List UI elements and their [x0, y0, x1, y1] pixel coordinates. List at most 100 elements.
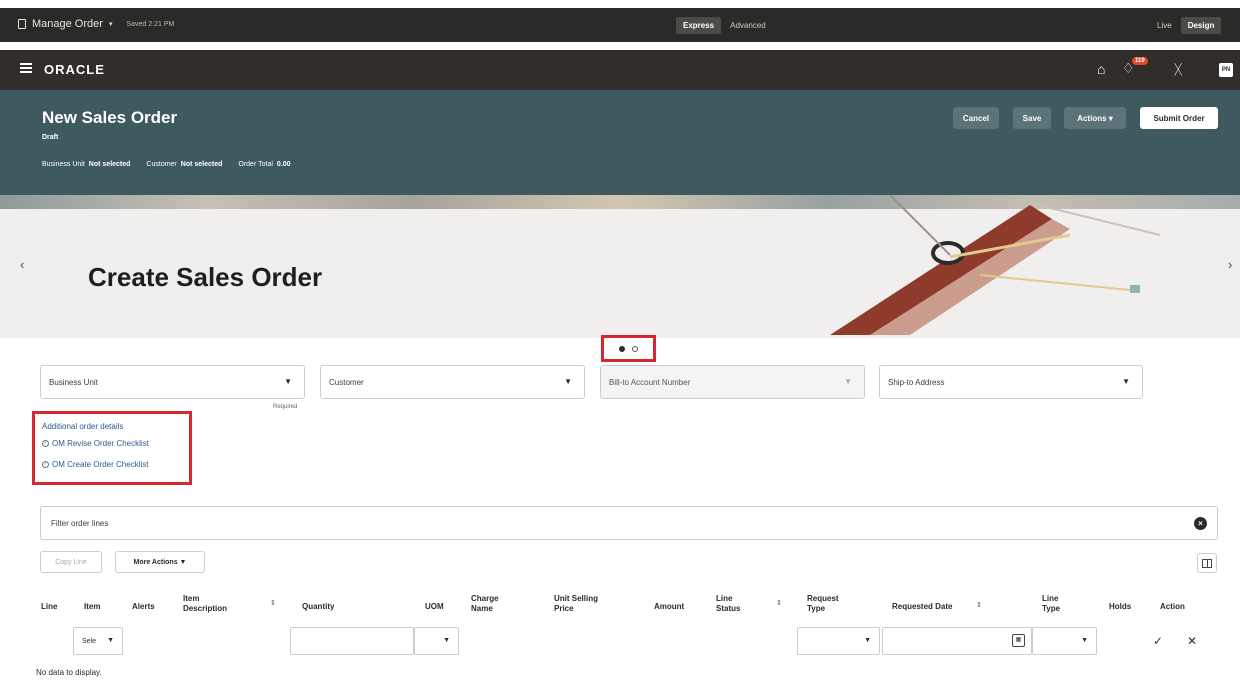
banner-illustration: [830, 195, 1161, 335]
page-name-menu[interactable]: Manage Order ▾ Saved 2:21 PM: [18, 18, 174, 30]
bill-to-placeholder: Bill-to Account Number: [609, 377, 691, 387]
column-holds: Holds: [1109, 602, 1132, 611]
carousel-dot-1[interactable]: [619, 345, 625, 352]
quantity-input[interactable]: [290, 627, 414, 655]
line-type-select[interactable]: ▼: [1032, 627, 1097, 655]
view-toggle: Live Design: [1150, 17, 1222, 34]
column-request-type: Request Type: [807, 594, 839, 613]
copy-line-button[interactable]: Copy Line: [40, 551, 102, 573]
mode-express[interactable]: Express: [676, 17, 722, 34]
global-header: ORACLE ⌂ ♢ 119 ᚷ PN: [0, 50, 1240, 90]
item-type-value: Sele: [82, 637, 97, 645]
revise-checklist-label: OM Revise Order Checklist: [52, 439, 149, 448]
order-header: New Sales Order Draft Business Unit Not …: [0, 90, 1240, 195]
revise-checklist-link[interactable]: ✓ OM Revise Order Checklist: [42, 439, 189, 448]
business-unit-label: Business Unit: [42, 161, 85, 168]
view-live[interactable]: Live: [1150, 17, 1179, 34]
page-composer-bar: Manage Order ▾ Saved 2:21 PM Express Adv…: [0, 8, 1240, 42]
close-icon[interactable]: ✕: [1187, 634, 1197, 648]
business-unit-placeholder: Business Unit: [49, 377, 98, 387]
cancel-button[interactable]: Cancel: [953, 107, 999, 129]
column-requested-date: Requested Date: [892, 602, 953, 611]
previous-slide-icon[interactable]: ‹: [20, 257, 24, 272]
bill-to-account-select[interactable]: Bill-to Account Number ▼: [600, 365, 865, 399]
uom-select[interactable]: ▼: [414, 627, 459, 655]
create-checklist-link[interactable]: ✓ OM Create Order Checklist: [42, 460, 189, 469]
mode-advanced[interactable]: Advanced: [723, 17, 773, 34]
saved-status: Saved 2:21 PM: [126, 20, 175, 28]
notification-count-badge: 119: [1132, 57, 1148, 65]
mode-toggle: Express Advanced: [676, 17, 773, 34]
chevron-down-icon: ▼: [844, 377, 852, 386]
chevron-down-icon: ▼: [1081, 637, 1088, 644]
chevron-down-icon: ▼: [1122, 377, 1130, 386]
more-actions-label: More Actions: [133, 558, 178, 566]
document-icon: [18, 19, 26, 29]
filter-order-lines-input[interactable]: Filter order lines ×: [40, 506, 1218, 540]
user-avatar[interactable]: PN: [1219, 63, 1233, 77]
filter-placeholder: Filter order lines: [51, 518, 109, 528]
column-line-type: Line Type: [1042, 594, 1061, 613]
requested-date-input[interactable]: ▦: [882, 627, 1032, 655]
sort-icon[interactable]: ⇕: [976, 601, 982, 609]
more-actions-button[interactable]: More Actions ▼: [115, 551, 205, 573]
empty-message: No data to display.: [36, 668, 102, 677]
additional-details-panel: Additional order details ✓ OM Revise Ord…: [32, 411, 192, 485]
chevron-down-icon: ▼: [864, 637, 871, 644]
column-item: Item: [84, 602, 101, 611]
page-name: Manage Order: [32, 18, 103, 30]
column-uom: UOM: [425, 602, 444, 611]
column-unit-selling-price: Unit Selling Price: [554, 594, 598, 613]
order-status: Draft: [42, 134, 59, 141]
column-alerts: Alerts: [132, 602, 155, 611]
chevron-down-icon: ▼: [179, 558, 187, 566]
checklist-icon: ✓: [42, 461, 49, 468]
guidance-banner: ‹ Create Sales Order ›: [0, 195, 1240, 338]
page-title: New Sales Order: [42, 108, 178, 127]
submit-order-button[interactable]: Submit Order: [1140, 107, 1218, 129]
order-summary: Business Unit Not selected Customer Not …: [42, 161, 303, 168]
columns-icon[interactable]: [1197, 553, 1217, 573]
checkmark-icon[interactable]: ✓: [1153, 634, 1163, 648]
view-design[interactable]: Design: [1180, 17, 1222, 34]
column-action: Action: [1160, 602, 1185, 611]
business-unit-select[interactable]: Business Unit ▼: [40, 365, 305, 399]
sort-icon[interactable]: ⇕: [270, 599, 276, 607]
order-total-label: Order Total: [238, 161, 273, 168]
customer-value: Not selected: [180, 161, 223, 168]
required-hint: Required: [273, 404, 298, 410]
item-type-select[interactable]: Sele ▼: [73, 627, 123, 655]
next-slide-icon[interactable]: ›: [1228, 257, 1232, 272]
column-item-description: Item Description: [183, 594, 228, 613]
save-button[interactable]: Save: [1013, 107, 1051, 129]
home-icon[interactable]: ⌂: [1097, 62, 1111, 76]
customer-placeholder: Customer: [329, 377, 364, 387]
customer-label: Customer: [146, 161, 177, 168]
chevron-down-icon: ▼: [564, 377, 572, 386]
column-quantity: Quantity: [302, 602, 335, 611]
customer-select[interactable]: Customer ▼: [320, 365, 585, 399]
checklist-icon: ✓: [42, 440, 49, 447]
chevron-down-icon: ▼: [107, 637, 114, 644]
column-line-status: Line Status: [716, 594, 741, 613]
request-type-select[interactable]: ▼: [797, 627, 880, 655]
order-total-value: 0.00: [276, 161, 291, 168]
sort-icon[interactable]: ⇕: [776, 599, 782, 607]
calendar-icon[interactable]: ▦: [1012, 634, 1025, 647]
actions-label: Actions: [1077, 113, 1107, 123]
additional-details-link[interactable]: Additional order details: [42, 422, 189, 431]
column-charge-name: Charge Name: [471, 594, 499, 613]
hamburger-menu-icon[interactable]: [20, 63, 32, 73]
oracle-logo: ORACLE: [44, 62, 105, 77]
chevron-down-icon: ▼: [443, 637, 450, 644]
clear-icon[interactable]: ×: [1194, 517, 1207, 530]
column-line: Line: [41, 602, 58, 611]
ship-to-address-select[interactable]: Ship-to Address ▼: [879, 365, 1143, 399]
chevron-down-icon: ▾: [1108, 113, 1113, 123]
actions-menu-button[interactable]: Actions ▾: [1064, 107, 1126, 129]
chevron-down-icon: ▼: [284, 377, 292, 386]
navigator-icon[interactable]: ᚷ: [1174, 61, 1182, 77]
carousel-dot-2[interactable]: [632, 345, 638, 352]
chevron-down-icon: ▾: [108, 21, 113, 28]
business-unit-value: Not selected: [88, 161, 131, 168]
